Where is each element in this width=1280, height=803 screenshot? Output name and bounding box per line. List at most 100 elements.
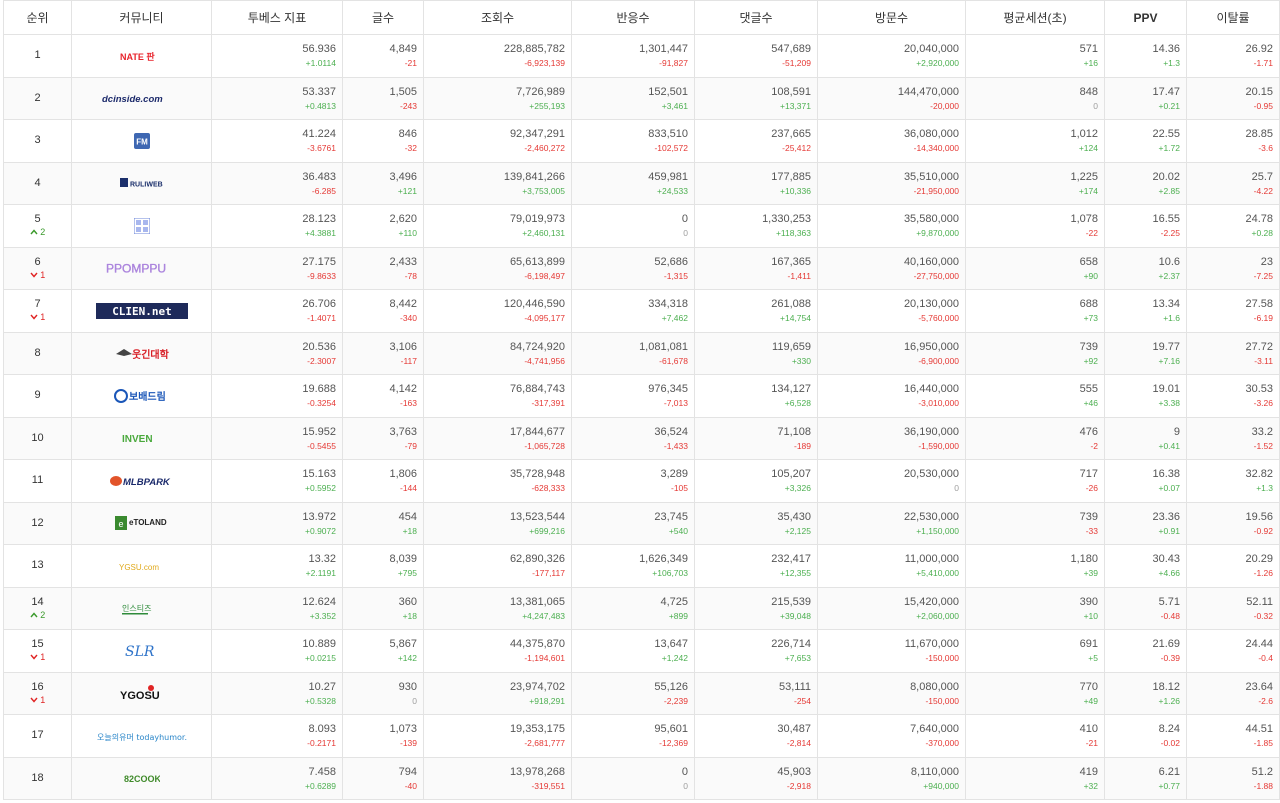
table-row[interactable]: 16 1 YGOSU 10.27 +0.5328 930 0 23,974,702… bbox=[3, 671, 1280, 715]
views-cell: 62,890,326 -177,117 bbox=[423, 544, 572, 588]
bounce-rate-value: 23 bbox=[1260, 255, 1273, 268]
table-row[interactable]: 5 2 28.123 +4.3881 2,620 +110 79,019,973… bbox=[3, 204, 1280, 248]
instiz-logo[interactable]: 인스티즈 bbox=[121, 602, 162, 615]
index-value: 8.093 bbox=[308, 723, 336, 736]
table-row[interactable]: 2 dcinside.com 53.337 +0.4813 1,505 -243 … bbox=[3, 76, 1280, 120]
bounce-rate-delta: +1.3 bbox=[1256, 483, 1273, 494]
header-ppv[interactable]: PPV bbox=[1104, 0, 1187, 35]
inven-logo[interactable]: INVEN bbox=[122, 432, 162, 445]
bounce-rate-cell: 25.7 -4.22 bbox=[1186, 161, 1280, 205]
todayhumor-logo[interactable]: 오늘의유머 todayhumor.co.kr bbox=[97, 730, 187, 742]
community-logo-cell[interactable]: 웃긴대학 bbox=[71, 331, 212, 375]
ruli-logo[interactable]: RULIWEB bbox=[119, 177, 164, 189]
table-row[interactable]: 15 1 SLR 10.889 +0.0215 5,867 +142 44,375… bbox=[3, 629, 1280, 673]
community-logo-cell[interactable] bbox=[71, 204, 212, 248]
community-logo-cell[interactable]: INVEN bbox=[71, 416, 212, 460]
community-logo-cell[interactable]: RULIWEB bbox=[71, 161, 212, 205]
header-index[interactable]: 투베스 지표 bbox=[211, 0, 343, 35]
slr-logo[interactable]: SLR bbox=[125, 644, 159, 660]
community-logo-cell[interactable]: SLR bbox=[71, 629, 212, 673]
bounce-rate-delta: -0.32 bbox=[1253, 610, 1273, 621]
header-posts[interactable]: 글수 bbox=[342, 0, 424, 35]
header-visits[interactable]: 방문수 bbox=[817, 0, 966, 35]
avg-session-cell: 688 +73 bbox=[965, 289, 1105, 333]
community-logo-cell[interactable]: MLBPARK bbox=[71, 459, 212, 503]
comments-cell: 30,487 -2,814 bbox=[694, 714, 818, 758]
avg-session-value: 739 bbox=[1079, 340, 1098, 353]
views-value: 23,974,702 bbox=[509, 680, 565, 693]
header-bounce-rate[interactable]: 이탈률 bbox=[1186, 0, 1280, 35]
visits-value: 8,110,000 bbox=[910, 765, 959, 778]
table-row[interactable]: 13 YGSU.com 13.32 +2.1191 8,039 +795 62,8… bbox=[3, 544, 1280, 588]
grid-logo[interactable] bbox=[133, 217, 150, 234]
ppomppu-logo[interactable]: PPOMPPU bbox=[106, 262, 178, 276]
table-row[interactable]: 6 1 PPOMPPU 27.175 -9.8633 2,433 -78 65,6… bbox=[3, 246, 1280, 290]
views-cell: 19,353,175 -2,681,777 bbox=[423, 714, 572, 758]
rank-change: 2 bbox=[10, 227, 65, 238]
dc-logo[interactable]: dcinside.com bbox=[102, 92, 182, 105]
header-rank[interactable]: 순위 bbox=[3, 0, 72, 35]
ygosu-logo[interactable]: YGOSU bbox=[120, 685, 164, 702]
table-row[interactable]: 7 1 CLIEN.net 26.706 -1.4071 8,442 -340 1… bbox=[3, 289, 1280, 333]
table-row[interactable]: 11 MLBPARK 15.163 +0.5952 1,806 -144 35,7… bbox=[3, 459, 1280, 503]
table-row[interactable]: 10 INVEN 15.952 -0.5455 3,763 -79 17,844,… bbox=[3, 416, 1280, 460]
community-logo-cell[interactable]: YGSU.com bbox=[71, 544, 212, 588]
yesu-logo[interactable]: YGSU.com bbox=[119, 560, 165, 572]
humor-logo[interactable]: 웃긴대학 bbox=[114, 347, 170, 361]
community-logo-cell[interactable]: 보배드림 bbox=[71, 374, 212, 418]
community-logo-cell[interactable]: e eTOLAND bbox=[71, 501, 212, 545]
ppv-cell: 30.43 +4.66 bbox=[1104, 544, 1187, 588]
comments-cell: 1,330,253 +118,363 bbox=[694, 204, 818, 248]
views-delta: +699,216 bbox=[529, 525, 565, 536]
rank-number: 10 bbox=[31, 431, 44, 444]
mlb-logo[interactable]: MLBPARK bbox=[109, 475, 174, 488]
index-delta: -0.5455 bbox=[307, 440, 336, 451]
table-row[interactable]: 8 웃긴대학 20.536 -2.3007 3,106 -117 84,724,9… bbox=[3, 331, 1280, 375]
header-views[interactable]: 조회수 bbox=[423, 0, 572, 35]
bounce-rate-value: 19.56 bbox=[1245, 510, 1273, 523]
comments-delta: -254 bbox=[793, 695, 811, 706]
community-logo-cell[interactable]: CLIEN.net bbox=[71, 289, 212, 333]
visits-delta: -3,010,000 bbox=[918, 398, 959, 409]
comments-cell: 71,108 -189 bbox=[694, 416, 818, 460]
community-logo-cell[interactable]: PPOMPPU bbox=[71, 246, 212, 290]
bobae-logo[interactable]: 보배드림 bbox=[113, 388, 170, 403]
header-avg-session[interactable]: 평균세션(초) bbox=[965, 0, 1105, 35]
table-row[interactable]: 4 RULIWEB 36.483 -6.285 3,496 +121 139,84… bbox=[3, 161, 1280, 205]
ruli-logo-svg: RULIWEB bbox=[119, 178, 162, 189]
views-cell: 13,523,544 +699,216 bbox=[423, 501, 572, 545]
ygosu-logo-svg: YGOSU bbox=[120, 685, 159, 702]
community-logo-cell[interactable]: 인스티즈 bbox=[71, 586, 212, 630]
community-logo-cell[interactable]: 오늘의유머 todayhumor.co.kr bbox=[71, 714, 212, 758]
table-row[interactable]: 3 FM 41.224 -3.6761 846 -32 92,347,291 -2… bbox=[3, 119, 1280, 163]
table-row[interactable]: 9 보배드림 19.688 -0.3254 4,142 -163 76,884,7… bbox=[3, 374, 1280, 418]
posts-cell: 1,505 -243 bbox=[342, 76, 424, 120]
table-row[interactable]: 14 2 인스티즈 12.624 +3.352 360 +18 13,381,06… bbox=[3, 586, 1280, 630]
table-row[interactable]: 17 오늘의유머 todayhumor.co.kr 8.093 -0.2171 1… bbox=[3, 714, 1280, 758]
community-logo-cell[interactable]: YGOSU bbox=[71, 671, 212, 715]
comments-cell: 119,659 +330 bbox=[694, 331, 818, 375]
table-row[interactable]: 12 e eTOLAND 13.972 +0.9072 454 +18 13,523… bbox=[3, 501, 1280, 545]
ppv-cell: 6.21 +0.77 bbox=[1104, 756, 1187, 800]
community-logo-cell[interactable]: dcinside.com bbox=[71, 76, 212, 120]
82cook-logo[interactable]: 82COOK bbox=[124, 772, 160, 784]
index-delta: -0.2171 bbox=[307, 738, 336, 749]
views-value: 228,885,782 bbox=[503, 43, 565, 56]
table-row[interactable]: 18 82COOK 7.458 +0.6289 794 -40 13,978,26… bbox=[3, 756, 1280, 800]
header-comments[interactable]: 댓글수 bbox=[694, 0, 818, 35]
community-logo-cell[interactable]: 82COOK bbox=[71, 756, 212, 800]
community-logo-cell[interactable]: FM bbox=[71, 119, 212, 163]
avg-session-delta: -33 bbox=[1085, 525, 1098, 536]
visits-delta: -5,760,000 bbox=[918, 313, 959, 324]
nate-logo[interactable]: NATE 판 bbox=[120, 50, 164, 62]
clien-logo[interactable]: CLIEN.net bbox=[95, 302, 188, 319]
header-community[interactable]: 커뮤니티 bbox=[71, 0, 212, 35]
table-row[interactable]: 1 NATE 판 56.936 +1.0114 4,849 -21 228,885… bbox=[3, 34, 1280, 78]
visits-delta: -27,750,000 bbox=[913, 270, 959, 281]
etoland-logo[interactable]: e eTOLAND bbox=[114, 516, 169, 531]
svg-text:보배드림: 보배드림 bbox=[129, 390, 166, 403]
header-reactions[interactable]: 반응수 bbox=[571, 0, 695, 35]
community-logo-cell[interactable]: NATE 판 bbox=[71, 34, 212, 78]
fm-logo[interactable]: FM bbox=[133, 132, 150, 149]
posts-value: 2,620 bbox=[389, 213, 417, 226]
